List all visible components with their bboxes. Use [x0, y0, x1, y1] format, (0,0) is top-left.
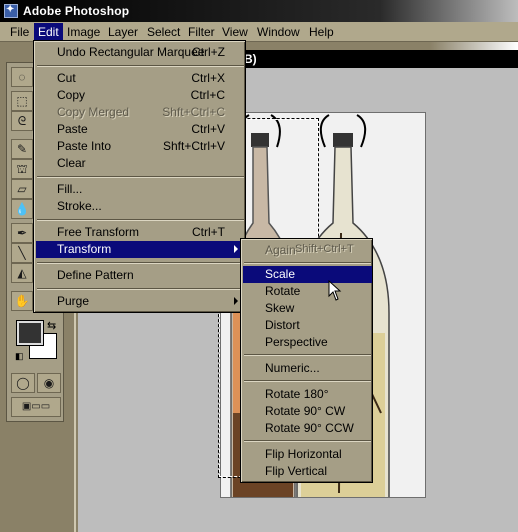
- menu-bar: File Edit Image Layer Select Filter View…: [0, 22, 518, 42]
- submenu-item-numeric[interactable]: Numeric...: [243, 360, 372, 377]
- bucket-icon[interactable]: ◭: [11, 263, 33, 283]
- menu-layer[interactable]: Layer: [108, 25, 138, 39]
- submenu-item-again: Again Shift+Ctrl+T: [265, 243, 354, 257]
- submenu-item-flip-vertical[interactable]: Flip Vertical: [243, 463, 372, 480]
- menu-item-define-pattern[interactable]: Define Pattern: [36, 267, 245, 284]
- stamp-icon[interactable]: ⛫: [11, 159, 33, 179]
- menu-separator: [244, 354, 371, 356]
- menu-item-paste[interactable]: Paste Ctrl+V: [36, 121, 245, 138]
- menu-item-copy-merged: Copy Merged Shft+Ctrl+C: [57, 105, 225, 119]
- submenu-arrow-icon: [234, 245, 238, 253]
- submenu-item-flip-horizontal[interactable]: Flip Horizontal: [243, 446, 372, 463]
- submenu-item-scale[interactable]: Scale: [243, 266, 372, 283]
- menu-item-purge[interactable]: Purge: [36, 293, 245, 310]
- photoshop-window: ✦ Adobe Photoshop File Edit Image Layer …: [0, 0, 518, 532]
- transform-submenu: Again Shift+Ctrl+T Scale Rotate Skew Dist…: [240, 238, 373, 483]
- edit-menu: Undo Rectangular Marquee Ctrl+Z Cut Ctrl+X…: [33, 40, 246, 313]
- menu-item-free-transform[interactable]: Free Transform Ctrl+T: [36, 224, 245, 241]
- standard-mode-icon[interactable]: ◯: [11, 373, 35, 393]
- hand-icon[interactable]: ✋: [11, 291, 33, 311]
- menu-item-undo[interactable]: Undo Rectangular Marquee Ctrl+Z: [36, 44, 245, 61]
- menu-separator: [244, 262, 371, 264]
- menu-item-stroke[interactable]: Stroke...: [36, 198, 245, 215]
- swap-colors-icon[interactable]: ⇆: [47, 319, 56, 332]
- menu-window[interactable]: Window: [257, 25, 300, 39]
- screen-mode-icons[interactable]: ▣▭▭: [11, 397, 61, 417]
- menu-item-paste-into[interactable]: Paste Into Shft+Ctrl+V: [36, 138, 245, 155]
- pen-icon[interactable]: ✒: [11, 223, 33, 243]
- menu-separator: [244, 380, 371, 382]
- menu-separator: [37, 176, 244, 178]
- submenu-item-rotate[interactable]: Rotate: [243, 283, 372, 300]
- menu-separator: [244, 440, 371, 442]
- menu-item-transform[interactable]: Transform: [36, 241, 245, 258]
- menu-edit[interactable]: Edit: [34, 23, 63, 41]
- menu-item-fill[interactable]: Fill...: [36, 181, 245, 198]
- menu-separator: [37, 262, 244, 264]
- blur-icon[interactable]: 💧: [11, 199, 33, 219]
- marquee-icon[interactable]: ⬚: [11, 91, 33, 111]
- menu-separator: [37, 219, 244, 221]
- menu-item-cut[interactable]: Cut Ctrl+X: [36, 70, 245, 87]
- menu-view[interactable]: View: [222, 25, 248, 39]
- pencil-icon[interactable]: ✎: [11, 139, 33, 159]
- lasso-tool-icon[interactable]: ᘓ: [11, 111, 33, 131]
- menu-filter[interactable]: Filter: [188, 25, 215, 39]
- menu-item-copy[interactable]: Copy Ctrl+C: [36, 87, 245, 104]
- submenu-item-distort[interactable]: Distort: [243, 317, 372, 334]
- foreground-color-swatch[interactable]: [16, 320, 44, 346]
- title-bar: ✦ Adobe Photoshop: [0, 0, 518, 22]
- lasso-icon[interactable]: ◌: [11, 67, 33, 87]
- menu-image[interactable]: Image: [67, 25, 100, 39]
- menu-file[interactable]: File: [10, 25, 29, 39]
- default-colors-icon[interactable]: ◧: [15, 351, 24, 362]
- submenu-item-rotate-90-cw[interactable]: Rotate 90° CW: [243, 403, 372, 420]
- photoshop-icon: ✦: [4, 4, 18, 18]
- submenu-item-perspective[interactable]: Perspective: [243, 334, 372, 351]
- menu-separator: [37, 288, 244, 290]
- menu-help[interactable]: Help: [309, 25, 334, 39]
- submenu-item-skew[interactable]: Skew: [243, 300, 372, 317]
- menu-separator: [37, 65, 244, 67]
- quick-mask-icon[interactable]: ◉: [37, 373, 61, 393]
- submenu-item-rotate-90-ccw[interactable]: Rotate 90° CCW: [243, 420, 372, 437]
- menu-item-clear[interactable]: Clear: [36, 155, 245, 172]
- mouse-cursor-icon: [328, 280, 342, 301]
- window-title: Adobe Photoshop: [23, 4, 130, 18]
- eraser-icon[interactable]: ▱: [11, 179, 33, 199]
- submenu-item-rotate-180[interactable]: Rotate 180°: [243, 386, 372, 403]
- line-icon[interactable]: ╲: [11, 243, 33, 263]
- submenu-arrow-icon: [234, 297, 238, 305]
- menu-select[interactable]: Select: [147, 25, 180, 39]
